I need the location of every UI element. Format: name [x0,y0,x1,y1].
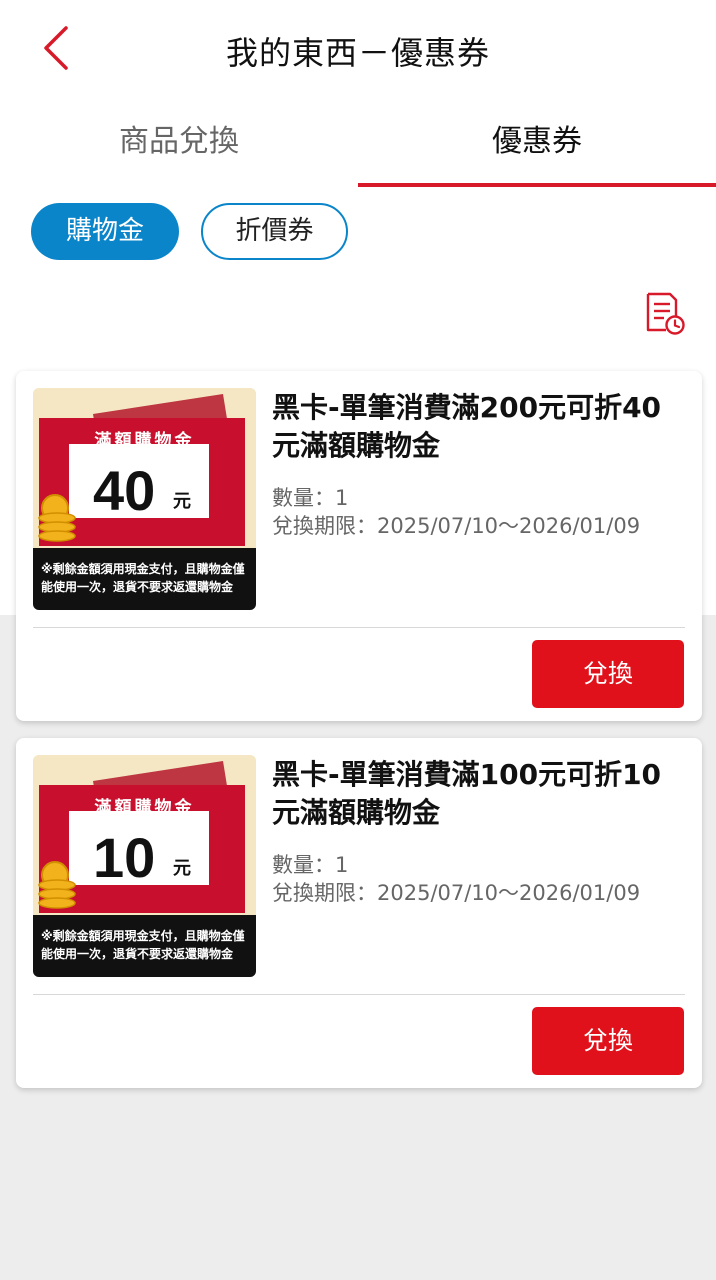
tab-coupons[interactable]: 優惠券 [358,100,716,188]
coupon-name: 黑卡-單筆消費滿200元可折40元滿額購物金 [272,391,662,462]
coupon-image-note: ※剩餘金額須用現金支付，且購物金僅能使用一次，退貨不要求返還購物金 [33,915,256,977]
redeem-button[interactable]: 兌換 [532,640,684,708]
coupon-image: 滿額購物金 40 元 ※剩餘金額須用現金支付，且購物金僅能使用一次，退貨不要求返… [33,388,256,610]
coupon-image-unit: 元 [173,491,191,512]
page-title: 我的東西－優惠券 [225,34,490,72]
active-tab-indicator [358,183,716,187]
header: 我的東西－優惠券 [0,0,716,100]
coupon-period: 兌換期限：2025/07/10～2026/01/09 [272,514,641,538]
coupon-image-label: 滿額購物金 [94,431,195,451]
coupon-image-amount: 10 [93,826,156,889]
coupon-card: 滿額購物金 40 元 ※剩餘金額須用現金支付，且購物金僅能使用一次，退貨不要求返… [16,371,702,721]
coupon-quantity: 數量：1 [272,486,349,510]
filter-shopping-credit[interactable]: 購物金 [31,203,179,260]
coupon-image-label: 滿額購物金 [94,798,195,818]
tab-bar: 商品兌換 優惠券 [0,100,716,188]
coupon-image-amount: 40 [93,459,156,522]
coupon-image-note: ※剩餘金額須用現金支付，且購物金僅能使用一次，退貨不要求返還購物金 [33,548,256,610]
divider [33,994,685,995]
tab-product-exchange[interactable]: 商品兌換 [0,100,358,188]
coupon-quantity: 數量：1 [272,853,349,877]
filter-discount-voucher[interactable]: 折價券 [201,203,348,260]
coupon-image: 滿額購物金 10 元 ※剩餘金額須用現金支付，且購物金僅能使用一次，退貨不要求返… [33,755,256,977]
document-clock-icon[interactable] [644,292,686,336]
coupon-name: 黑卡-單筆消費滿100元可折10元滿額購物金 [272,758,662,829]
coupon-image-unit: 元 [173,858,191,879]
coupon-card: 滿額購物金 10 元 ※剩餘金額須用現金支付，且購物金僅能使用一次，退貨不要求返… [16,738,702,1088]
redeem-button[interactable]: 兌換 [532,1007,684,1075]
divider [33,627,685,628]
coupon-period: 兌換期限：2025/07/10～2026/01/09 [272,881,641,905]
